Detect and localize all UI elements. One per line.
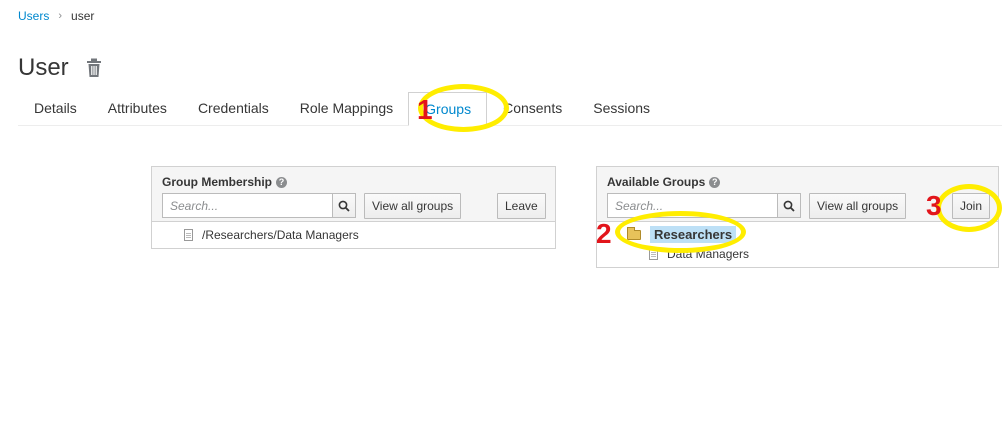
breadcrumb: Users › user: [18, 9, 94, 23]
membership-search: [162, 193, 356, 218]
search-icon[interactable]: [333, 193, 356, 218]
available-search-input[interactable]: [607, 193, 778, 218]
available-groups-title: Available Groups ?: [607, 175, 988, 189]
tab-credentials[interactable]: Credentials: [182, 92, 284, 126]
group-membership-panel: Group Membership ? View all groups Leave…: [151, 166, 556, 249]
tab-sessions[interactable]: Sessions: [577, 92, 665, 126]
document-icon: [184, 229, 193, 241]
document-icon: [649, 248, 658, 260]
annotation-number-1: 1: [417, 94, 433, 125]
membership-list-item[interactable]: /Researchers/Data Managers: [184, 228, 359, 242]
tab-attributes[interactable]: Attributes: [92, 92, 182, 126]
page-title-row: User: [18, 54, 104, 82]
page-title: User: [18, 54, 69, 81]
folder-open-icon: [627, 226, 641, 240]
group-membership-title: Group Membership ?: [162, 175, 545, 189]
trash-icon[interactable]: [84, 57, 104, 79]
tree-item-data-managers[interactable]: Data Managers: [649, 247, 749, 261]
help-icon[interactable]: ?: [709, 176, 721, 188]
membership-search-input[interactable]: [162, 193, 333, 218]
tree-item-researchers[interactable]: Researchers: [627, 226, 737, 243]
available-groups-title-text: Available Groups: [607, 175, 706, 189]
tab-role-mappings[interactable]: Role Mappings: [284, 92, 408, 126]
breadcrumb-users-link[interactable]: Users: [18, 9, 49, 23]
available-search: [607, 193, 801, 218]
annotation-number-3: 3: [926, 190, 942, 221]
available-view-all-groups-button[interactable]: View all groups: [809, 193, 907, 219]
membership-view-all-groups-button[interactable]: View all groups: [364, 193, 462, 219]
group-membership-title-text: Group Membership: [162, 175, 273, 189]
membership-group-path: /Researchers/Data Managers: [202, 228, 359, 242]
group-membership-header: Group Membership ? View all groups Leave: [152, 167, 555, 222]
child-group-label: Data Managers: [667, 247, 750, 261]
help-icon[interactable]: ?: [276, 176, 288, 188]
leave-button[interactable]: Leave: [497, 193, 546, 219]
annotation-number-2: 2: [596, 218, 612, 249]
tab-bar: Details Attributes Credentials Role Mapp…: [18, 92, 1002, 126]
tab-details[interactable]: Details: [18, 92, 92, 126]
join-button[interactable]: Join: [952, 193, 991, 219]
search-icon[interactable]: [778, 193, 801, 218]
selected-group-label: Researchers: [650, 226, 737, 243]
tab-consents[interactable]: Consents: [487, 92, 577, 126]
breadcrumb-current: user: [71, 9, 95, 23]
chevron-right-icon: ›: [58, 10, 63, 22]
